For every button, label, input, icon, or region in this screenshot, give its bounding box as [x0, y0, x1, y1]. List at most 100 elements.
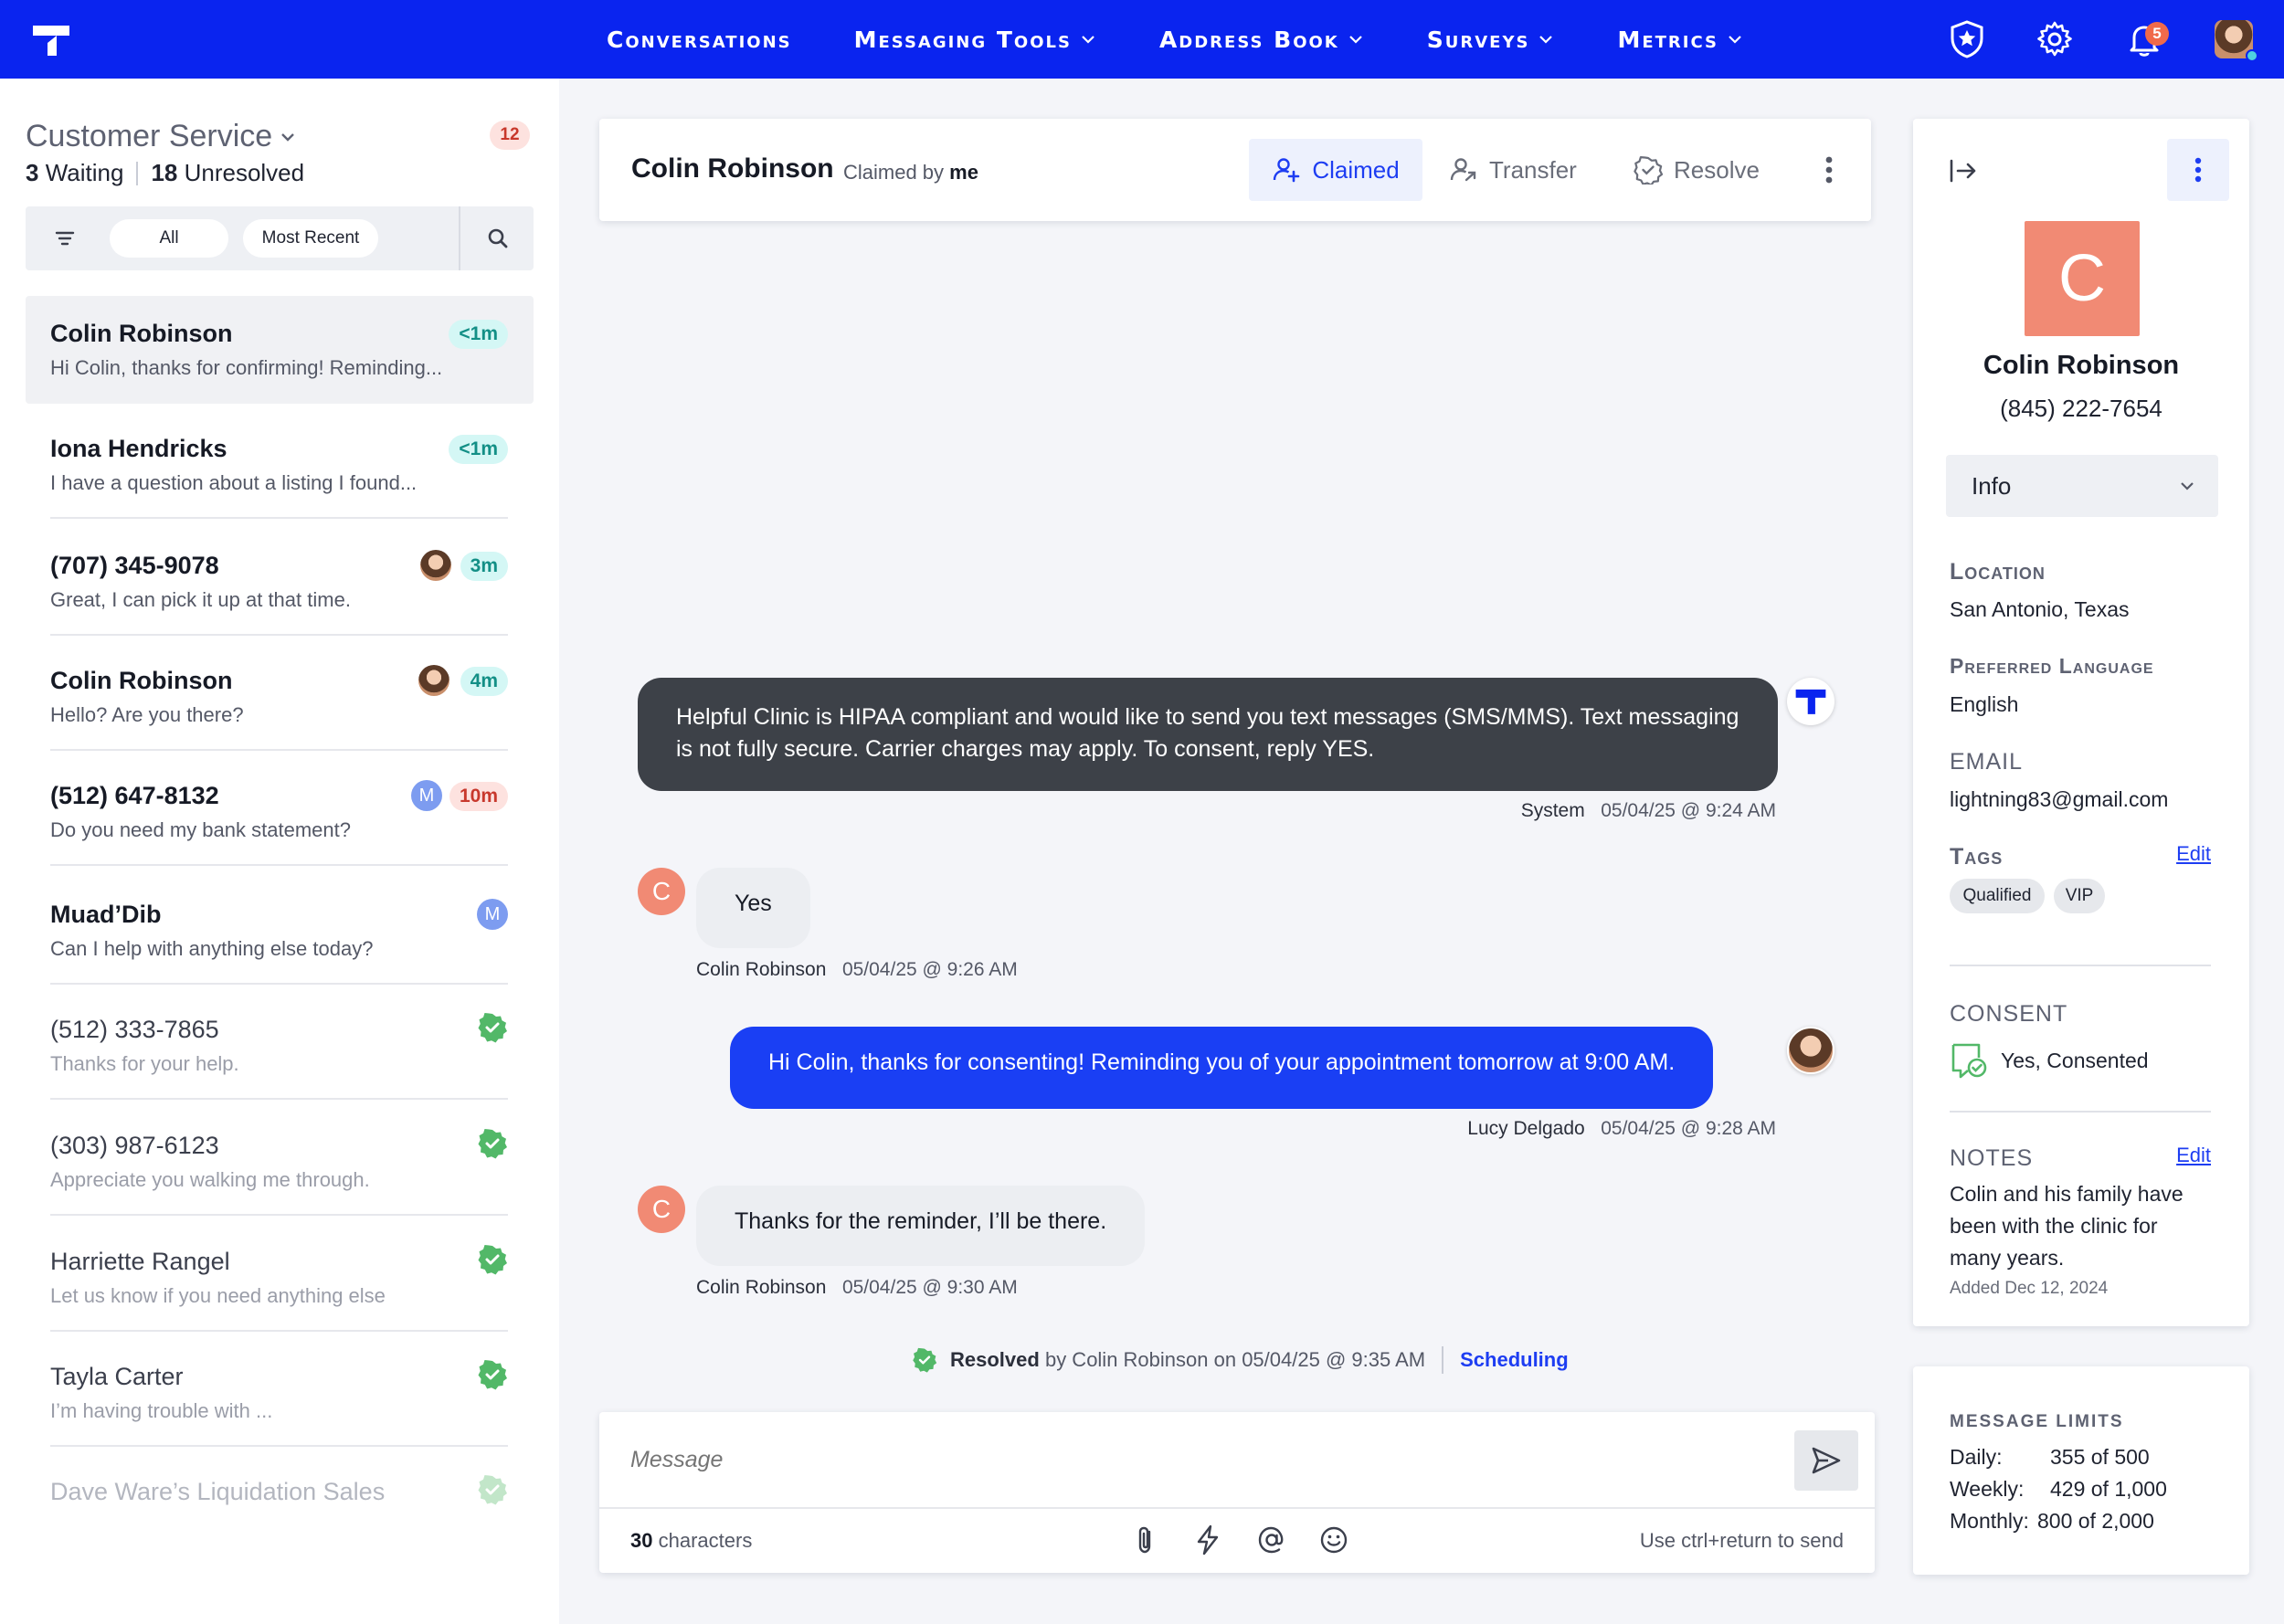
filter-icon[interactable] — [53, 227, 77, 250]
unresolved-count: 18 — [151, 159, 178, 186]
conversation-preview: I have a question about a listing I foun… — [50, 471, 418, 494]
inbound-message-bubble: Yes — [696, 868, 810, 948]
inbox-selector[interactable]: Customer Service — [26, 119, 298, 154]
sort-most-recent[interactable]: Most Recent — [243, 219, 378, 258]
chevron-down-icon — [1082, 36, 1094, 44]
monthly-limit-label: Monthly: — [1950, 1509, 2029, 1533]
contact-options-button[interactable] — [2167, 139, 2229, 201]
message-composer: 30 characters Use ctrl+return to send — [599, 1412, 1875, 1573]
conversation-item[interactable]: Harriette Rangel Let us know if you need… — [26, 1224, 534, 1332]
nav-metrics[interactable]: Metrics — [1617, 26, 1744, 53]
daily-limit-value: 355 of 500 — [2050, 1445, 2150, 1469]
user-avatar[interactable] — [2215, 20, 2258, 62]
nav-metrics-label: Metrics — [1617, 26, 1719, 53]
consent-check-icon — [1951, 1043, 1987, 1079]
chevron-down-icon — [1729, 36, 1741, 44]
contact-name: Colin Robinson — [1983, 351, 2180, 380]
message-sender: Colin Robinson — [696, 959, 827, 980]
location-value: San Antonio, Texas — [1950, 597, 2130, 621]
filter-all[interactable]: All — [110, 219, 228, 258]
conversation-item[interactable]: (512) 647-8132 Do you need my bank state… — [26, 758, 534, 866]
user-plus-icon — [1274, 158, 1300, 183]
conversation-item[interactable]: Iona Hendricks I have a question about a… — [26, 411, 534, 519]
section-select-value: Info — [1972, 471, 2012, 500]
app-logo[interactable] — [31, 20, 71, 60]
paperclip-icon[interactable] — [1129, 1524, 1162, 1556]
badge-check-icon — [1634, 156, 1663, 185]
main-menu: Conversations Messaging Tools Address Bo… — [607, 0, 1806, 79]
resolved-check-icon — [913, 1347, 937, 1373]
edit-notes-link[interactable]: Edit — [2176, 1144, 2211, 1167]
composer-divider — [599, 1507, 1875, 1509]
monthly-limit-value: 800 of 2,000 — [2037, 1509, 2154, 1533]
claimed-button[interactable]: Claimed — [1249, 139, 1422, 201]
search-icon[interactable] — [486, 227, 510, 250]
resolved-check-icon — [478, 1013, 507, 1043]
emoji-icon[interactable] — [1317, 1524, 1350, 1556]
nav-address-book[interactable]: Address Book — [1159, 26, 1365, 53]
more-options-icon[interactable] — [1811, 152, 1847, 188]
consent-value: Yes, Consented — [2001, 1049, 2149, 1072]
conversation-item[interactable]: Colin Robinson Hi Colin, thanks for conf… — [26, 296, 534, 404]
chevron-down-icon — [2181, 482, 2194, 490]
resolve-button[interactable]: Resolve — [1634, 139, 1760, 201]
message-input[interactable] — [630, 1447, 1635, 1473]
message-sender: Colin Robinson — [696, 1277, 827, 1298]
nav-conversations[interactable]: Conversations — [607, 26, 792, 53]
chevron-down-icon — [1539, 36, 1553, 44]
consent-label: CONSENT — [1950, 1001, 2068, 1027]
inbox-title: Customer Service — [26, 119, 273, 153]
message-meta: System 05/04/25 @ 9:24 AM — [1521, 800, 1776, 822]
list-divider — [50, 517, 508, 519]
notes-text: Colin and his family have been with the … — [1950, 1178, 2184, 1274]
monthly-limit-row: Monthly: 800 of 2,000 — [1950, 1509, 2154, 1534]
assignee-avatar — [420, 550, 451, 581]
conversation-preview: Thanks for your help. — [50, 1052, 239, 1075]
language-value: English — [1950, 692, 2019, 716]
nav-messaging-tools[interactable]: Messaging Tools — [854, 26, 1097, 53]
contact-avatar: C — [638, 868, 685, 915]
conversation-item[interactable]: (512) 333-7865 Thanks for your help. — [26, 992, 534, 1100]
edit-tags-link[interactable]: Edit — [2176, 842, 2211, 866]
notes-added-date: Added Dec 12, 2024 — [1950, 1279, 2109, 1298]
conversation-item[interactable]: Colin Robinson Hello? Are you there? 4m — [26, 643, 534, 751]
transfer-button[interactable]: Transfer — [1449, 139, 1577, 201]
system-message-bubble: Helpful Clinic is HIPAA compliant and wo… — [638, 678, 1778, 791]
resolved-check-icon — [478, 1475, 507, 1505]
email-value: lightning83@gmail.com — [1950, 787, 2169, 811]
conversation-name: Harriette Rangel — [50, 1248, 230, 1275]
lightning-icon[interactable] — [1191, 1524, 1224, 1556]
at-sign-icon[interactable] — [1255, 1524, 1288, 1556]
tag-chip[interactable]: VIP — [2054, 879, 2105, 913]
resolution-tag-link[interactable]: Scheduling — [1460, 1348, 1569, 1372]
conversation-header: Colin Robinson Claimed by me Claimed Tra… — [599, 119, 1871, 221]
tag-chip[interactable]: Qualified — [1950, 879, 2045, 913]
contact-name: Colin Robinson — [631, 153, 834, 184]
character-label: characters — [658, 1529, 753, 1552]
wait-time-badge: 3m — [460, 552, 508, 581]
send-button[interactable] — [1794, 1430, 1858, 1491]
resolved-check-icon — [478, 1129, 507, 1159]
nav-surveys[interactable]: Surveys — [1427, 26, 1556, 53]
chevron-down-icon — [281, 132, 295, 142]
conversation-item[interactable]: Dave Ware’s Liquidation Sales — [26, 1454, 534, 1562]
resolution-event: Resolved by Colin Robinson on 05/04/25 @… — [912, 1345, 1569, 1376]
collapse-panel-icon[interactable] — [1948, 155, 1979, 186]
weekly-limit-label: Weekly: — [1950, 1477, 2025, 1501]
wait-time-badge: 10m — [449, 782, 508, 811]
conversation-name: Tayla Carter — [50, 1363, 184, 1390]
section-select[interactable]: Info — [1946, 455, 2218, 517]
wait-time-badge: <1m — [449, 435, 508, 464]
list-divider — [50, 1214, 508, 1216]
conversation-name: Muad’Dib — [50, 901, 162, 928]
shield-star-icon[interactable] — [1946, 18, 1988, 60]
conversation-item[interactable]: Tayla Carter I’m having trouble with ... — [26, 1339, 534, 1447]
message-timestamp: 05/04/25 @ 9:30 AM — [841, 1277, 1018, 1298]
conversation-item[interactable]: (303) 987-6123 Appreciate you walking me… — [26, 1108, 534, 1216]
conversation-item[interactable]: Muad’Dib Can I help with anything else t… — [26, 877, 534, 985]
claimed-label: Claimed — [1312, 155, 1400, 184]
conversation-item[interactable]: (707) 345-9078 Great, I can pick it up a… — [26, 528, 534, 636]
resolved-detail: by Colin Robinson on 05/04/25 @ 9:35 AM — [1044, 1348, 1426, 1371]
gear-icon[interactable] — [2034, 18, 2076, 60]
message-meta: Colin Robinson 05/04/25 @ 9:30 AM — [696, 1277, 1018, 1299]
